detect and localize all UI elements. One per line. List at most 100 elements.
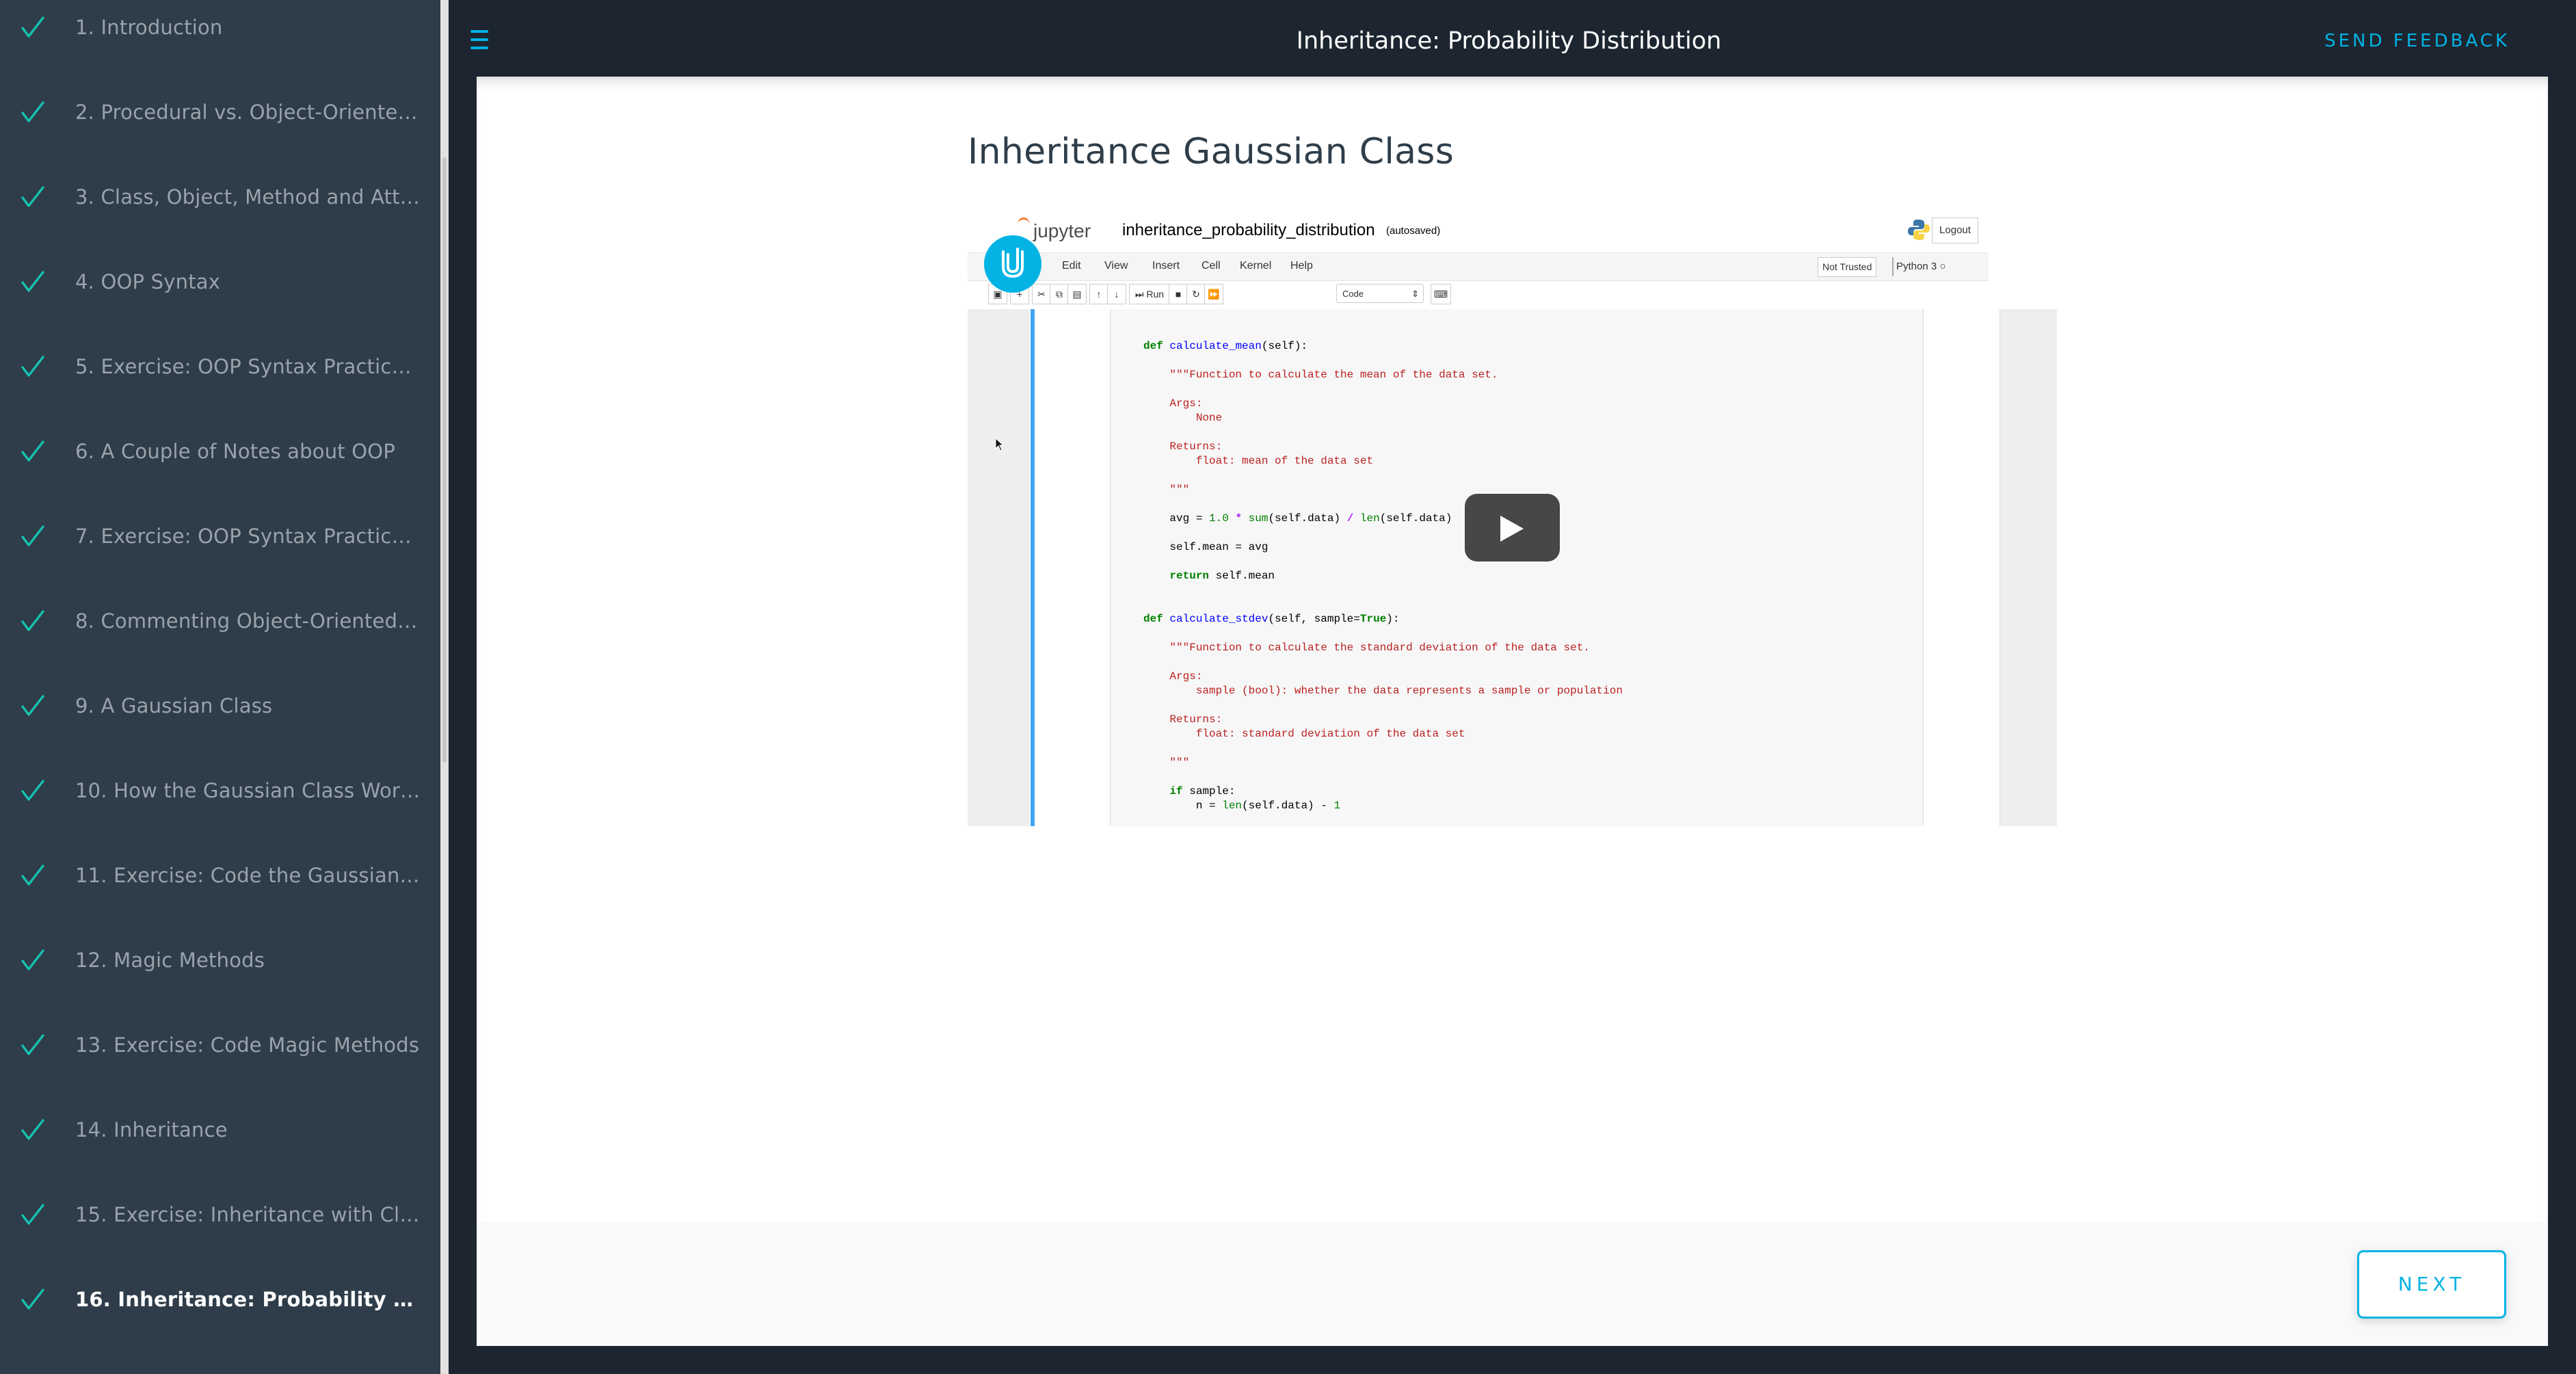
jupyter-menu-item: Kernel [1240, 260, 1272, 272]
sidebar-item[interactable]: 15. Exercise: Inheritance with Clothing [0, 1172, 440, 1257]
arrow-up-icon: ↑ [1089, 284, 1108, 304]
run-icon: ⏭ [1134, 289, 1144, 300]
run-button: ⏭ Run [1129, 284, 1170, 304]
notebook-body: def calculate_mean(self): """Function to… [968, 309, 2057, 826]
jupyter-menu-item: Insert [1152, 260, 1180, 272]
jupyter-logout-button: Logout [1932, 217, 1978, 243]
checkmark-icon [21, 440, 44, 462]
sidebar-item-label: 16. Inheritance: Probability Distributio… [75, 1288, 421, 1311]
video-player[interactable]: jupyter inheritance_probability_distribu… [968, 213, 2057, 826]
sidebar-item[interactable]: 3. Class, Object, Method and Attribute [0, 155, 440, 239]
checkmark-icon [21, 695, 44, 716]
sidebar-item-label: 4. OOP Syntax [75, 270, 221, 293]
kernel-indicator: Python 3 ○ [1892, 257, 1946, 276]
restart-icon: ↻ [1186, 284, 1206, 304]
jupyter-toolbar: ▣ + ✂ ⧉ ▤ ↑ ↓ ⏭ Run ■ ↻ ⏩ Code ⇕ ⌨ [968, 282, 2057, 309]
checkmark-icon [21, 949, 44, 970]
checkmark-icon [21, 1289, 44, 1310]
jupyter-menu-item: Cell [1201, 260, 1221, 272]
keyboard-icon: ⌨ [1431, 284, 1451, 304]
top-header: Inheritance: Probability Distribution SE… [449, 0, 2576, 77]
jupyter-header: jupyter inheritance_probability_distribu… [968, 213, 2057, 251]
copy-icon: ⧉ [1050, 284, 1069, 304]
sidebar-item-label: 5. Exercise: OOP Syntax Practice - Part … [75, 355, 421, 378]
checkmark-icon [21, 1034, 44, 1055]
checkmark-icon [21, 610, 44, 631]
sidebar-item[interactable]: 8. Commenting Object-Oriented Code [0, 579, 440, 663]
python-logo-icon [1908, 220, 1930, 240]
jupyter-menu-item: View [1104, 260, 1128, 272]
checkmark-icon [21, 271, 44, 292]
checkmark-icon [21, 525, 44, 546]
sidebar-item-label: 10. How the Gaussian Class Works [75, 779, 421, 802]
checkmark-icon [21, 16, 44, 38]
fast-forward-icon: ⏩ [1204, 284, 1223, 304]
lesson-title: Inheritance Gaussian Class [968, 131, 1455, 172]
sidebar-item-label: 14. Inheritance [75, 1118, 228, 1141]
play-button[interactable] [1465, 494, 1560, 562]
checkmark-icon [21, 356, 44, 377]
jupyter-brand: jupyter [1033, 220, 1091, 241]
lesson-sidebar: 1. Introduction 2. Procedural vs. Object-… [0, 0, 440, 1374]
cell-type-value: Code [1342, 289, 1364, 299]
sidebar-item[interactable]: 10. How the Gaussian Class Works [0, 748, 440, 833]
sidebar-item-label: 6. A Couple of Notes about OOP [75, 440, 396, 463]
sidebar-scrollbar-thumb[interactable] [442, 157, 447, 763]
sidebar-item-label: 11. Exercise: Code the Gaussian Class [75, 864, 421, 887]
checkmark-icon [21, 101, 44, 122]
mouse-cursor-icon [995, 438, 1005, 451]
checkmark-icon [21, 1204, 44, 1225]
notebook-name: inheritance_probability_distribution [1122, 221, 1375, 239]
sidebar-item-label: 15. Exercise: Inheritance with Clothing [75, 1203, 421, 1226]
lesson-footer: NEXT [477, 1221, 2548, 1346]
sidebar-item[interactable]: 4. OOP Syntax [0, 239, 440, 324]
sidebar-item-label: 7. Exercise: OOP Syntax Practice - Part … [75, 525, 421, 548]
play-icon [1500, 516, 1524, 542]
save-status: (autosaved) [1386, 225, 1441, 237]
send-feedback-link[interactable]: SEND FEEDBACK [2324, 26, 2510, 56]
header-title: Inheritance: Probability Distribution [1296, 27, 1722, 55]
sidebar-item[interactable]: 16. Inheritance: Probability Distributio… [0, 1257, 440, 1342]
sidebar-item[interactable]: 2. Procedural vs. Object-Oriented Progra… [0, 70, 440, 155]
code-input-area: def calculate_mean(self): """Function to… [1110, 309, 1924, 826]
sidebar-item-label: 3. Class, Object, Method and Attribute [75, 185, 421, 209]
udacity-logo-icon [984, 235, 1041, 293]
jupyter-logo-icon [1018, 217, 1030, 232]
checkmark-icon [21, 186, 44, 207]
jupyter-menubar: Not Trusted Python 3 ○ FileEditViewInser… [968, 252, 1989, 281]
checkmark-icon [21, 780, 44, 801]
sidebar-item-label: 2. Procedural vs. Object-Oriented Progra… [75, 101, 421, 124]
arrow-down-icon: ↓ [1107, 284, 1126, 304]
kernel-idle-icon: ○ [1939, 261, 1946, 272]
sidebar-item-label: 9. A Gaussian Class [75, 694, 273, 717]
stop-icon: ■ [1169, 284, 1188, 304]
next-button[interactable]: NEXT [2357, 1250, 2506, 1319]
checkmark-icon [21, 864, 44, 886]
sidebar-item-label: 13. Exercise: Code Magic Methods [75, 1033, 420, 1057]
sidebar-item[interactable]: 1. Introduction [0, 0, 440, 70]
not-trusted-badge: Not Trusted [1818, 257, 1877, 277]
kernel-label: Python 3 [1896, 261, 1937, 272]
code-block: def calculate_mean(self): """Function to… [1143, 340, 1623, 812]
sidebar-item[interactable]: 12. Magic Methods [0, 918, 440, 1003]
sidebar-item[interactable]: 13. Exercise: Code Magic Methods [0, 1003, 440, 1087]
sidebar-item[interactable]: 5. Exercise: OOP Syntax Practice - Part … [0, 324, 440, 409]
sidebar-item[interactable]: 9. A Gaussian Class [0, 663, 440, 748]
sidebar-item[interactable]: 11. Exercise: Code the Gaussian Class [0, 833, 440, 918]
select-arrows-icon: ⇕ [1411, 289, 1419, 299]
paste-icon: ▤ [1067, 284, 1087, 304]
sidebar-item-label: 1. Introduction [75, 16, 223, 39]
jupyter-menu-item: Help [1290, 260, 1313, 272]
sidebar-scrollbar[interactable] [440, 0, 449, 1374]
content-card: Inheritance Gaussian Class jupyter inher… [477, 77, 2548, 1346]
run-label: Run [1146, 289, 1165, 300]
sidebar-item-label: 12. Magic Methods [75, 949, 265, 972]
cell-type-select: Code ⇕ [1336, 284, 1424, 303]
jupyter-menu-item: Edit [1062, 260, 1081, 272]
checkmark-icon [21, 1119, 44, 1140]
sidebar-item[interactable]: 14. Inheritance [0, 1087, 440, 1172]
sidebar-item[interactable]: 6. A Couple of Notes about OOP [0, 409, 440, 494]
selected-cell-indicator [1031, 309, 1035, 826]
sidebar-item[interactable]: 7. Exercise: OOP Syntax Practice - Part … [0, 494, 440, 579]
sidebar-item-label: 8. Commenting Object-Oriented Code [75, 609, 421, 633]
